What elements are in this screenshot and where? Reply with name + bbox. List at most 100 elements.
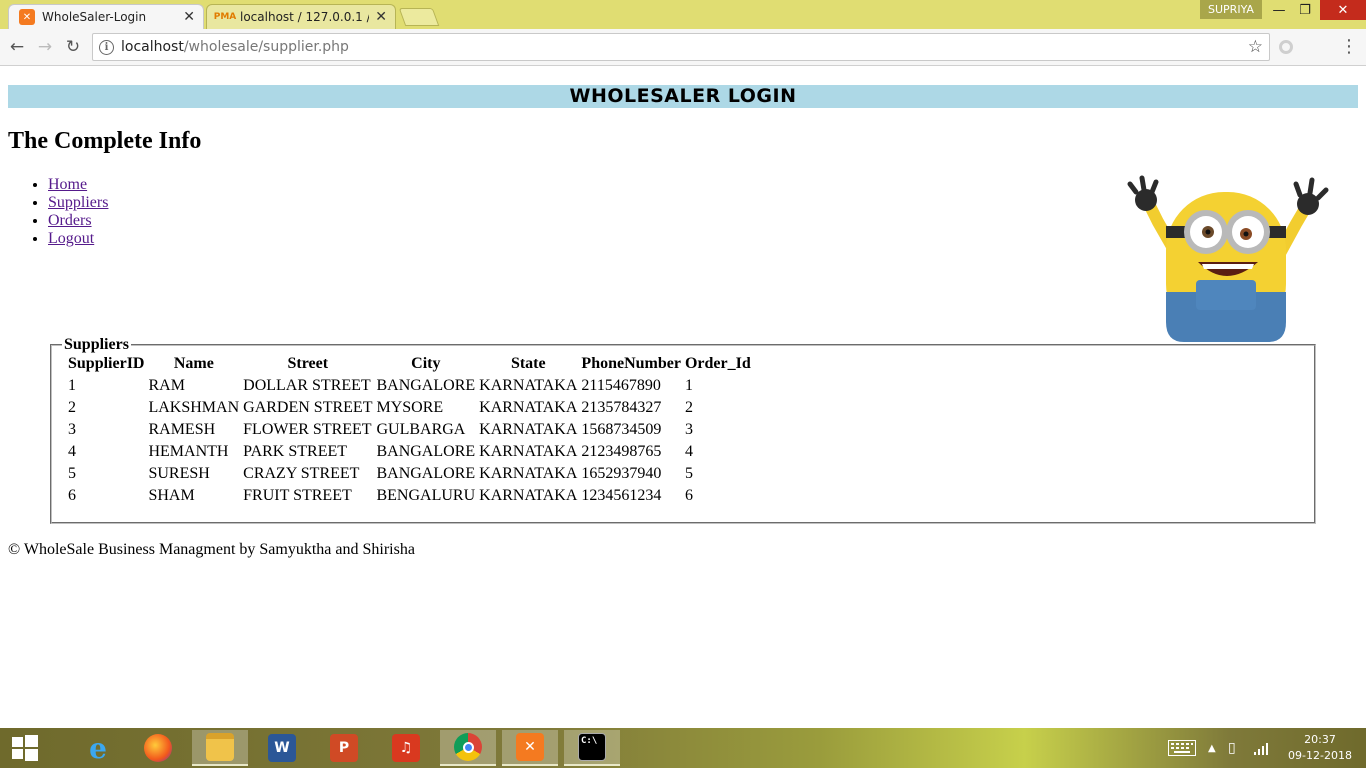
- column-header: SupplierID: [68, 355, 145, 372]
- phpmyadmin-icon: PMA: [213, 12, 237, 22]
- cell-state: KARNATAKA: [479, 421, 578, 438]
- table-row: 4 HEMANTH PARK STREET BANGALORE KARNATAK…: [67, 442, 752, 462]
- tab-wholesaler-login[interactable]: ✕ WholeSaler-Login ✕: [8, 4, 204, 29]
- cell-name: RAM: [148, 377, 185, 394]
- forward-arrow-icon[interactable]: →: [34, 36, 56, 58]
- word-icon[interactable]: W: [254, 730, 310, 766]
- cell-supplier-id: 6: [68, 487, 76, 504]
- firefox-icon[interactable]: [130, 730, 186, 766]
- address-bar[interactable]: i localhost/wholesale/supplier.php ☆: [92, 33, 1270, 61]
- table-row: 3 RAMESH FLOWER STREET GULBARGA KARNATAK…: [67, 420, 752, 440]
- cell-supplier-id: 4: [68, 443, 76, 460]
- nav-item: Orders: [48, 212, 108, 230]
- nav-link-home[interactable]: Home: [48, 176, 87, 193]
- close-icon[interactable]: ✕: [183, 9, 195, 25]
- menu-icon[interactable]: ⋮: [1340, 36, 1358, 57]
- cell-street: CRAZY STREET: [243, 465, 360, 482]
- suppliers-table: SupplierID Name Street City State PhoneN…: [65, 352, 754, 508]
- cell-order-id: 5: [684, 465, 693, 482]
- column-header: PhoneNumber: [581, 355, 681, 372]
- nav-link-orders[interactable]: Orders: [48, 212, 92, 229]
- new-tab-button[interactable]: [398, 8, 440, 26]
- table-row: 2 LAKSHMAN GARDEN STREET MYSORE KARNATAK…: [67, 398, 752, 418]
- cell-name: HEMANTH: [148, 443, 229, 460]
- cell-supplier-id: 1: [68, 377, 76, 394]
- column-header: Street: [287, 355, 329, 372]
- xampp-icon[interactable]: ✕: [502, 730, 558, 766]
- network-icon[interactable]: [1254, 728, 1270, 768]
- table-row: 5 SURESH CRAZY STREET BANGALORE KARNATAK…: [67, 464, 752, 484]
- cell-name: RAMESH: [148, 421, 216, 438]
- windows-start-icon[interactable]: [0, 730, 50, 766]
- cell-street: GARDEN STREET: [243, 399, 373, 416]
- battery-icon[interactable]: ▯: [1228, 728, 1236, 768]
- cell-name: SURESH: [148, 465, 210, 482]
- xampp-icon: ✕: [19, 9, 35, 25]
- cell-supplier-id: 3: [68, 421, 76, 438]
- cell-city: BANGALORE: [376, 377, 476, 394]
- cell-state: KARNATAKA: [479, 487, 578, 504]
- file-explorer-icon[interactable]: [192, 730, 248, 766]
- back-arrow-icon[interactable]: ←: [6, 36, 28, 58]
- cell-street: PARK STREET: [243, 443, 348, 460]
- page-title: The Complete Info: [8, 128, 202, 154]
- cell-order-id: 2: [684, 399, 693, 416]
- column-header: City: [411, 355, 441, 372]
- extension-icon[interactable]: [1279, 40, 1293, 54]
- chevron-up-icon[interactable]: ▲: [1208, 728, 1216, 768]
- command-prompt-icon[interactable]: C:\: [564, 730, 620, 766]
- close-icon[interactable]: ✕: [375, 9, 387, 25]
- cell-city: BANGALORE: [376, 443, 476, 460]
- reload-icon[interactable]: ↻: [62, 36, 84, 58]
- profile-button[interactable]: SUPRIYA: [1200, 0, 1262, 19]
- fieldset-legend: Suppliers: [64, 336, 129, 353]
- url-path: /wholesale/supplier.php: [183, 39, 349, 55]
- powerpoint-icon[interactable]: P: [316, 730, 372, 766]
- restore-icon[interactable]: ❐: [1292, 0, 1318, 20]
- internet-explorer-icon[interactable]: e: [70, 730, 126, 766]
- music-icon[interactable]: ♫: [378, 730, 434, 766]
- chrome-icon[interactable]: [440, 730, 496, 766]
- cell-city: BANGALORE: [376, 465, 476, 482]
- cell-city: GULBARGA: [376, 421, 466, 438]
- cell-phone: 2135784327: [581, 399, 662, 416]
- minimize-icon[interactable]: —: [1266, 0, 1292, 20]
- browser-toolbar: ← → ↻ i localhost/wholesale/supplier.php…: [0, 29, 1366, 66]
- tab-title: localhost / 127.0.0.1 / wh: [240, 10, 369, 24]
- cell-state: KARNATAKA: [479, 399, 578, 416]
- info-icon[interactable]: i: [99, 39, 114, 55]
- table-row: 1 RAM DOLLAR STREET BANGALORE KARNATAKA …: [67, 376, 752, 396]
- nav-item: Suppliers: [48, 194, 108, 212]
- cell-phone: 1568734509: [581, 421, 662, 438]
- cell-street: FLOWER STREET: [243, 421, 372, 438]
- cell-city: BENGALURU: [376, 487, 476, 504]
- bookmark-star-icon[interactable]: ☆: [1248, 37, 1263, 57]
- tab-phpmyadmin[interactable]: PMA localhost / 127.0.0.1 / wh ✕: [206, 4, 396, 29]
- page-banner: WHOLESALER LOGIN: [8, 85, 1358, 108]
- table-header-row: SupplierID Name Street City State PhoneN…: [67, 354, 752, 374]
- taskbar-clock[interactable]: 20:37 09-12-2018: [1282, 732, 1358, 764]
- window-close-icon[interactable]: ✕: [1320, 0, 1366, 20]
- browser-titlebar: ✕ WholeSaler-Login ✕ PMA localhost / 127…: [0, 0, 1366, 29]
- table-row: 6 SHAM FRUIT STREET BENGALURU KARNATAKA …: [67, 486, 752, 506]
- nav-link-suppliers[interactable]: Suppliers: [48, 194, 108, 211]
- suppliers-fieldset: Suppliers SupplierID Name Street City St…: [50, 336, 1316, 524]
- column-header: Name: [173, 355, 214, 372]
- nav-item: Logout: [48, 230, 108, 248]
- cell-name: LAKSHMAN: [148, 399, 240, 416]
- cell-name: SHAM: [148, 487, 195, 504]
- clock-date: 09-12-2018: [1288, 749, 1352, 762]
- keyboard-icon[interactable]: [1168, 728, 1196, 768]
- nav-link-logout[interactable]: Logout: [48, 230, 94, 247]
- nav-item: Home: [48, 176, 108, 194]
- cell-order-id: 3: [684, 421, 693, 438]
- cell-supplier-id: 2: [68, 399, 76, 416]
- cell-order-id: 1: [684, 377, 693, 394]
- minion-image: [1127, 175, 1329, 342]
- nav-list: Home Suppliers Orders Logout: [28, 176, 108, 248]
- column-header: State: [510, 355, 546, 372]
- clock-time: 20:37: [1304, 733, 1336, 746]
- page-viewport: WHOLESALER LOGIN The Complete Info Home …: [0, 66, 1366, 728]
- cell-phone: 1234561234: [581, 487, 662, 504]
- cell-phone: 2123498765: [581, 443, 662, 460]
